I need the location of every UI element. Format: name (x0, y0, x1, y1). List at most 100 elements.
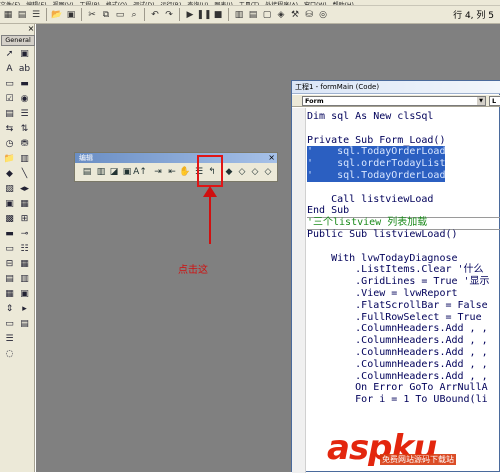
list-constants-icon[interactable]: ▥ (95, 166, 107, 178)
code-line[interactable]: End Sub (307, 205, 349, 217)
code-line[interactable]: Private Sub Form_Load() (307, 135, 445, 147)
updown-tool-icon[interactable]: ⇕ (3, 303, 16, 315)
drivelistbox-tool-icon[interactable]: ⛃ (18, 138, 31, 150)
frame-tool-icon[interactable]: ▭ (3, 78, 16, 90)
code-line[interactable]: ' sql.TodayOrderLoad (307, 170, 446, 182)
toggle-bookmark-icon[interactable]: ◆ (223, 166, 235, 178)
procedure-combobox[interactable]: L (489, 96, 500, 106)
code-line[interactable]: .ListItems.Clear '什么 (307, 264, 483, 276)
toolbox-general-tab[interactable]: General (1, 35, 35, 46)
dtpicker-tool-icon[interactable]: ▦ (3, 288, 16, 300)
line-tool-icon[interactable]: ╲ (18, 168, 31, 180)
monthview-tool-icon[interactable]: ▣ (18, 288, 31, 300)
imagecombo-tool-icon[interactable]: ▤ (18, 318, 31, 330)
component-manager-icon[interactable]: ◎ (317, 9, 329, 21)
listview-tool-icon[interactable]: ▦ (18, 198, 31, 210)
close-icon[interactable]: × (27, 25, 35, 33)
open-project-icon[interactable]: 📂 (51, 9, 63, 21)
code-line[interactable]: On Error GoTo ArrNullA (307, 382, 487, 394)
start-icon[interactable]: ▶ (184, 9, 196, 21)
tabstrip-tool-icon[interactable]: ⊟ (3, 258, 16, 270)
copy-icon[interactable]: ⧉ (100, 9, 112, 21)
optionbutton-tool-icon[interactable]: ◉ (18, 93, 31, 105)
indent-icon[interactable]: ⇥ (152, 166, 164, 178)
margin-indicator-bar[interactable] (292, 108, 306, 473)
end-icon[interactable]: ■ (212, 9, 224, 21)
image-tool-icon[interactable]: ▨ (3, 183, 16, 195)
grid-tool-icon[interactable]: ▦ (18, 258, 31, 270)
find-icon[interactable]: ⌕ (128, 9, 140, 21)
clear-bookmarks-icon[interactable]: ◇ (262, 166, 274, 178)
code-window-title[interactable]: 工程1 - formMain (Code) (292, 81, 500, 94)
label-tool-icon[interactable]: A (3, 63, 16, 75)
shape-tool-icon[interactable]: ◆ (3, 168, 16, 180)
code-line[interactable]: .ColumnHeaders.Add , , (307, 347, 487, 359)
code-line[interactable]: Dim sql As New clsSql (307, 111, 433, 123)
code-line[interactable]: .ColumnHeaders.Add , , (307, 323, 487, 335)
object-combobox[interactable]: Form ▼ (302, 96, 486, 106)
properties-window-icon[interactable]: ▤ (247, 9, 259, 21)
code-line[interactable]: .FlatScrollBar = False (307, 300, 487, 312)
dirlistbox-tool-icon[interactable]: 📁 (3, 153, 16, 165)
checkbox-tool-icon[interactable]: ☑ (3, 93, 16, 105)
code-line[interactable]: ' sql.orderTodayList (307, 158, 446, 171)
timer-tool-icon[interactable]: ◷ (3, 138, 16, 150)
toolbox-icon[interactable]: ⚒ (289, 9, 301, 21)
toolbar-tool-icon[interactable]: ☷ (18, 243, 31, 255)
form-layout-icon[interactable]: ▢ (261, 9, 273, 21)
winsock-tool-icon[interactable]: ◌ (3, 348, 16, 360)
code-line[interactable]: ' sql.TodayOrderLoad (307, 146, 446, 159)
close-icon[interactable]: × (268, 153, 275, 163)
listbox-tool-icon[interactable]: ☰ (18, 108, 31, 120)
filelistbox-tool-icon[interactable]: ▥ (18, 153, 31, 165)
add-form-icon[interactable]: ▤ (16, 9, 28, 21)
redo-icon[interactable]: ↷ (163, 9, 175, 21)
combobox-tool-icon[interactable]: ▤ (3, 108, 16, 120)
code-line[interactable]: .ColumnHeaders.Add , , (307, 371, 487, 383)
project-explorer-icon[interactable]: ▥ (233, 9, 245, 21)
richtext-tool-icon[interactable]: ▤ (3, 273, 16, 285)
pointer-tool-icon[interactable]: ➚ (3, 48, 16, 60)
break-icon[interactable]: ❚❚ (196, 9, 211, 21)
hscrollbar-tool-icon[interactable]: ⇆ (3, 123, 16, 135)
coolbar-tool-icon[interactable]: ☰ (3, 333, 16, 345)
slider-tool-icon[interactable]: ⊸ (18, 228, 31, 240)
code-line[interactable]: '三个listview 列表加载 (307, 217, 427, 229)
save-project-icon[interactable]: ▣ (65, 9, 77, 21)
statusbar-tool-icon[interactable]: ▭ (3, 243, 16, 255)
toggle-breakpoint-icon[interactable]: ✋ (179, 166, 191, 178)
code-line[interactable]: Call listviewLoad (307, 194, 433, 206)
undo-icon[interactable]: ↶ (149, 9, 161, 21)
flatscrollbar-tool-icon[interactable]: ▭ (3, 318, 16, 330)
picturebox-tool-icon[interactable]: ▣ (18, 48, 31, 60)
parameter-info-icon[interactable]: ▣ (121, 166, 133, 178)
paste-icon[interactable]: ▭ (114, 9, 126, 21)
cut-icon[interactable]: ✂ (86, 9, 98, 21)
object-browser-icon[interactable]: ◈ (275, 9, 287, 21)
next-bookmark-icon[interactable]: ◇ (236, 166, 248, 178)
treeview-tool-icon[interactable]: ⊞ (18, 213, 31, 225)
imagelist-tool-icon[interactable]: ▩ (3, 213, 16, 225)
ole-tool-icon[interactable]: ▣ (3, 198, 16, 210)
add-project-icon[interactable]: ▦ (2, 9, 14, 21)
code-line[interactable]: Public Sub listviewLoad() (307, 229, 458, 241)
animation-tool-icon[interactable]: ▸ (18, 303, 31, 315)
data-tool-icon[interactable]: ◂▸ (18, 183, 31, 195)
code-line[interactable]: .ColumnHeaders.Add , , (307, 335, 487, 347)
progressbar-tool-icon[interactable]: ▬ (3, 228, 16, 240)
commandbutton-tool-icon[interactable]: ▬ (18, 78, 31, 90)
code-line[interactable]: .GridLines = True '显示 (307, 276, 489, 288)
datagrid-tool-icon[interactable]: ▥ (18, 273, 31, 285)
list-properties-icon[interactable]: ▤ (81, 166, 93, 178)
previous-bookmark-icon[interactable]: ◇ (249, 166, 261, 178)
complete-word-icon[interactable]: A↑ (133, 166, 147, 178)
code-line[interactable]: With lvwTodayDiagnose (307, 253, 457, 265)
code-line[interactable]: .View = lvwReport (307, 288, 457, 300)
outdent-icon[interactable]: ⇤ (166, 166, 178, 178)
edit-toolbar-title[interactable]: 编辑 (75, 153, 277, 163)
quick-info-icon[interactable]: ◪ (108, 166, 120, 178)
chevron-down-icon[interactable]: ▼ (477, 97, 485, 105)
vscrollbar-tool-icon[interactable]: ⇅ (18, 123, 31, 135)
textbox-tool-icon[interactable]: ab (18, 63, 31, 75)
code-line[interactable]: For i = 1 To UBound(li (307, 394, 487, 406)
